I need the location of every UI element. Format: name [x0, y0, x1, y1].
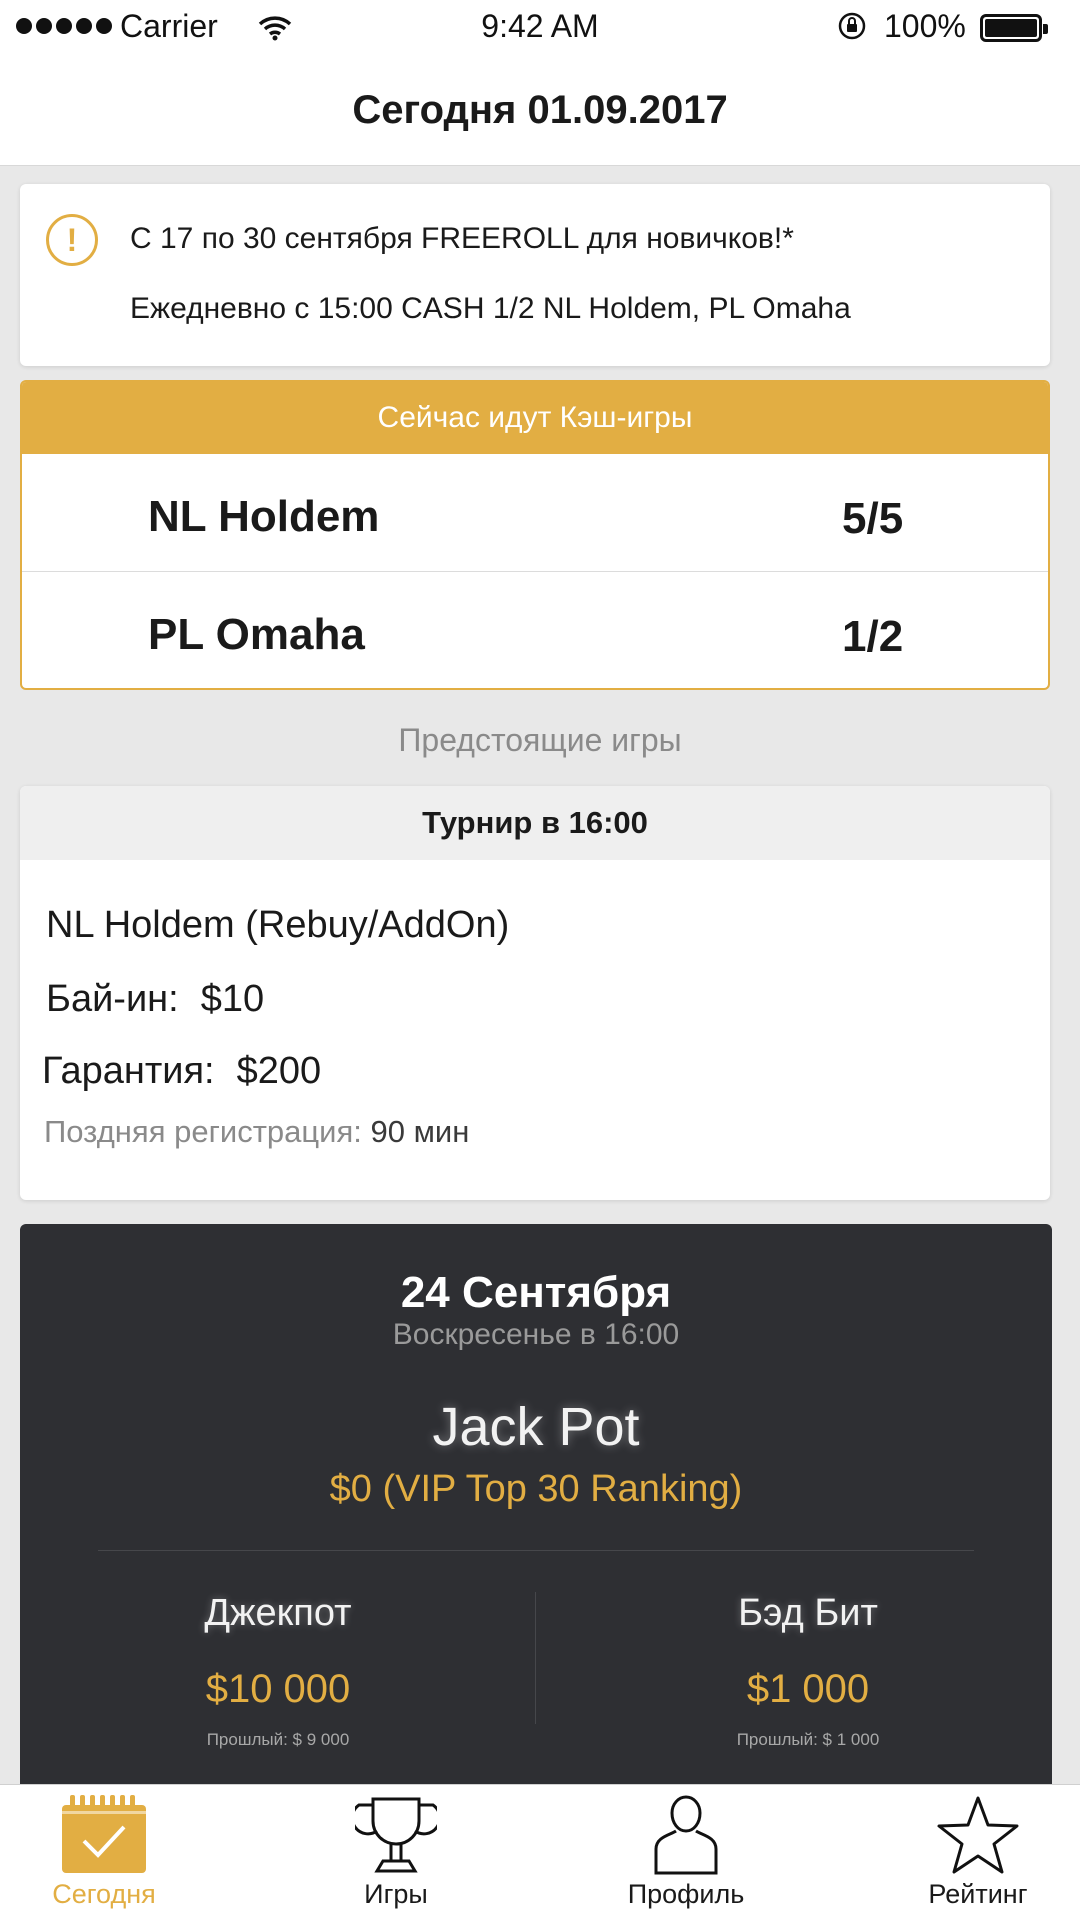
navigation-bar: Сегодня 01.09.2017 — [0, 56, 1080, 166]
jackpot-card[interactable]: 24 Сентября Воскресенье в 16:00 Jack Pot… — [20, 1224, 1052, 1784]
buyin-label: Бай-ин: — [46, 978, 179, 1020]
tab-games[interactable]: Игры — [296, 1785, 496, 1920]
tab-label: Игры — [364, 1879, 428, 1909]
cash-game-row[interactable]: NL Holdem 5/5 — [22, 454, 1048, 572]
announcement-line-2: Ежедневно с 15:00 CASH 1/2 NL Holdem, PL… — [130, 292, 851, 325]
tournament-card[interactable]: Турнир в 16:00 NL Holdem (Rebuy/AddOn) Б… — [20, 786, 1050, 1200]
tournament-guarantee: Гарантия: $200 — [42, 1050, 321, 1093]
calendar-check-icon — [60, 1795, 148, 1880]
tab-label: Профиль — [627, 1879, 745, 1909]
jackpot-prize: $0 (VIP Top 30 Ranking) — [329, 1468, 743, 1510]
divider — [98, 1550, 974, 1551]
late-reg-label: Поздняя регистрация: — [44, 1114, 362, 1149]
guarantee-label: Гарантия: — [42, 1050, 215, 1092]
jackpot-amount: $10 000 — [205, 1667, 351, 1711]
jackpot-subtitle: Воскресенье в 16:00 — [392, 1318, 680, 1351]
bad-beat-amount: $1 000 — [746, 1667, 870, 1711]
alert-icon: ! — [46, 214, 98, 266]
jackpot-date: 24 Сентября — [400, 1268, 672, 1317]
rotation-lock-icon — [836, 10, 868, 50]
cash-game-limit: 5/5 — [842, 494, 904, 543]
announcement-line-1: С 17 по 30 сентября FREEROLL для новичко… — [130, 222, 794, 255]
tab-bar: Сегодня Игры Профиль Рейтинг — [0, 1784, 1080, 1920]
tab-today[interactable]: Сегодня — [4, 1785, 204, 1920]
cash-game-name: PL Omaha — [148, 610, 365, 659]
star-icon — [935, 1795, 1021, 1880]
tab-label: Сегодня — [52, 1879, 156, 1909]
battery-percent: 100% — [884, 8, 966, 44]
jackpot-title: Jack Pot — [432, 1397, 640, 1457]
bad-beat-previous: Прошлый: $ 1 000 — [736, 1730, 880, 1749]
tab-label: Рейтинг — [928, 1879, 1028, 1909]
upcoming-games-label: Предстоящие игры — [398, 722, 682, 758]
tournament-buyin: Бай-ин: $10 — [46, 978, 264, 1021]
page-title: Сегодня 01.09.2017 — [352, 88, 728, 132]
cash-game-limit: 1/2 — [842, 612, 904, 661]
tournament-game: NL Holdem (Rebuy/AddOn) — [46, 904, 510, 946]
guarantee-value: $200 — [236, 1050, 322, 1092]
late-reg-value: 90 мин — [370, 1114, 470, 1149]
jackpot-label: Джекпот — [204, 1592, 352, 1634]
person-icon — [654, 1795, 718, 1882]
trophy-icon — [350, 1795, 442, 1880]
bad-beat-label: Бэд Бит — [738, 1592, 878, 1634]
tab-profile[interactable]: Профиль — [586, 1785, 786, 1920]
jackpot-column: Джекпот $10 000 Прошлый: $ 9 000 — [78, 1592, 478, 1750]
announcement-card: ! С 17 по 30 сентября FREEROLL для нович… — [20, 184, 1050, 366]
jackpot-previous: Прошлый: $ 9 000 — [206, 1730, 350, 1749]
status-bar: Carrier 9:42 AM 100% — [0, 0, 1080, 56]
cash-games-header: Сейчас идут Кэш-игры — [22, 382, 1048, 454]
tab-rating[interactable]: Рейтинг — [878, 1785, 1078, 1920]
cash-game-row[interactable]: PL Omaha 1/2 — [22, 572, 1048, 688]
cash-games-card: Сейчас идут Кэш-игры NL Holdem 5/5 PL Om… — [20, 380, 1050, 690]
bad-beat-column: Бэд Бит $1 000 Прошлый: $ 1 000 — [608, 1592, 1008, 1750]
battery-icon — [980, 14, 1048, 42]
late-registration: Поздняя регистрация: 90 мин — [44, 1114, 469, 1150]
divider — [535, 1592, 536, 1724]
cash-game-name: NL Holdem — [148, 492, 380, 541]
tournament-header: Турнир в 16:00 — [20, 786, 1050, 860]
buyin-value: $10 — [200, 978, 265, 1020]
